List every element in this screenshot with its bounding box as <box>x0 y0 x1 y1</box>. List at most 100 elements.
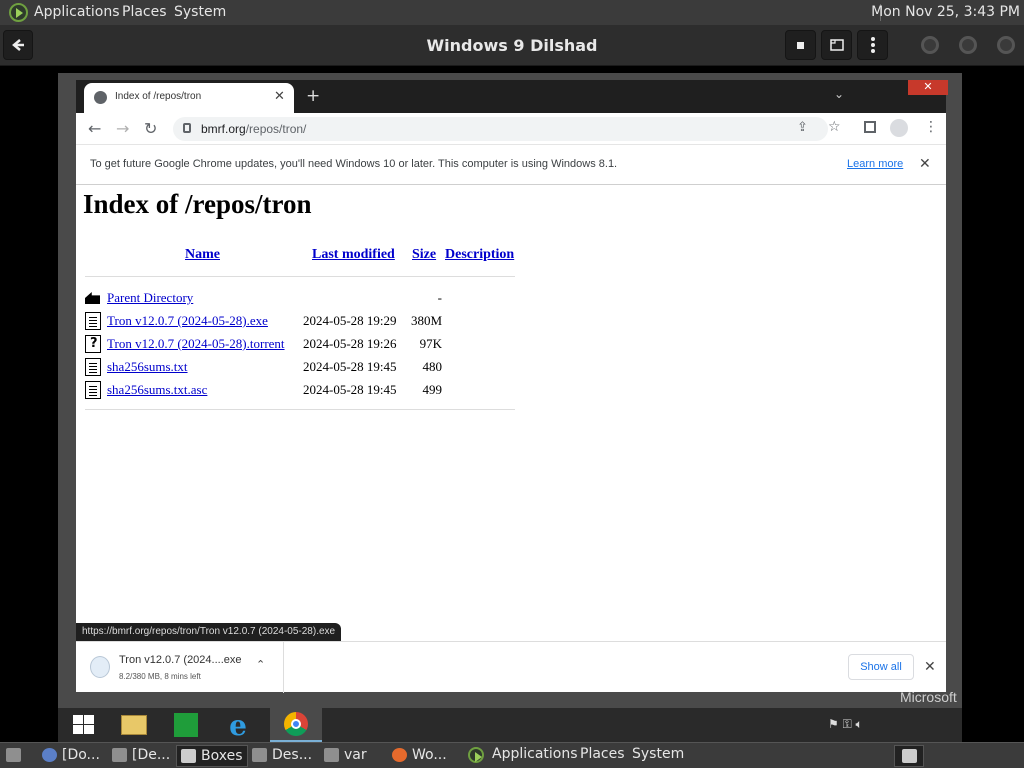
unknown-file-icon <box>85 335 101 353</box>
task-button[interactable]: Des... <box>248 745 316 767</box>
tab-strip: Index of /repos/tron ✕ + ⌄ ✕ <box>76 80 948 113</box>
task-label: [Do... <box>62 747 100 763</box>
folder-icon <box>112 748 127 762</box>
clock[interactable]: Mon Nov 25, 3:43 PM <box>871 4 1020 20</box>
maximize-window-icon[interactable] <box>959 36 977 54</box>
list-item: sha256sums.txt 2024-05-28 19:45 480 <box>84 357 524 377</box>
new-tab-icon[interactable]: + <box>306 86 320 106</box>
reload-icon[interactable]: ↻ <box>144 119 157 138</box>
show-desktop-button[interactable] <box>2 745 26 767</box>
task-label: Wo... <box>412 747 447 763</box>
header-divider <box>85 276 515 277</box>
back-arrow-icon[interactable]: ← <box>88 119 101 138</box>
status-bubble: https://bmrf.org/repos/tron/Tron v12.0.7… <box>76 623 342 641</box>
file-link[interactable]: sha256sums.txt <box>107 359 188 375</box>
lock-icon[interactable] <box>183 123 191 133</box>
chrome-window: Index of /repos/tron ✕ + ⌄ ✕ ← → ↻ bmrf.… <box>76 80 948 693</box>
modified-date: 2024-05-28 19:45 <box>303 382 397 397</box>
system-menu[interactable]: System <box>632 746 684 762</box>
system-tray[interactable]: ⚑ ⚿ 🔈︎ <box>828 717 863 732</box>
task-button-boxes[interactable]: Boxes <box>176 745 248 767</box>
file-explorer-icon <box>121 715 147 735</box>
places-menu[interactable]: Places <box>580 746 625 762</box>
minimize-window-icon[interactable] <box>921 36 939 54</box>
task-button[interactable]: var <box>320 745 371 767</box>
fullscreen-icon <box>829 39 844 51</box>
binary-file-icon <box>85 312 101 330</box>
chevron-up-icon[interactable]: ⌃ <box>256 658 265 671</box>
boxes-icon <box>181 749 196 763</box>
fullscreen-button[interactable] <box>821 30 852 60</box>
column-header-name[interactable]: Name <box>185 247 220 263</box>
boxes-header-bar: Windows 9 Dilshad <box>0 25 1024 66</box>
browser-tab[interactable]: Index of /repos/tron ✕ <box>84 83 294 113</box>
applications-menu[interactable]: Applications <box>34 4 120 20</box>
gnome-bottom-panel: [Do... [De... Boxes Des... var Wo... App… <box>0 742 1024 768</box>
tab-title: Index of /repos/tron <box>115 91 202 102</box>
list-item: sha256sums.txt.asc 2024-05-28 19:45 499 <box>84 380 524 400</box>
list-item: Tron v12.0.7 (2024-05-28).torrent 2024-0… <box>84 334 524 354</box>
internet-explorer-icon: e <box>229 708 247 742</box>
close-window-icon[interactable] <box>997 36 1015 54</box>
chrome-menu-icon[interactable]: ⋮ <box>924 119 938 135</box>
download-file-icon <box>90 656 110 678</box>
keyboard-shortcuts-button[interactable] <box>785 30 816 60</box>
tab-search-chevron-icon[interactable]: ⌄ <box>834 87 844 101</box>
url-host: bmrf.org <box>201 122 246 136</box>
forward-arrow-icon[interactable]: → <box>116 119 129 138</box>
profile-avatar-icon[interactable] <box>890 119 908 137</box>
address-bar[interactable]: bmrf.org/repos/tron/ ⇪ <box>173 117 828 141</box>
system-menu[interactable]: System <box>174 4 226 20</box>
file-size: 380M <box>410 313 442 328</box>
learn-more-link[interactable]: Learn more <box>847 158 903 170</box>
download-item[interactable]: Tron v12.0.7 (2024....exe 8.2/380 MB, 8 … <box>76 642 284 693</box>
modified-date: 2024-05-28 19:26 <box>303 336 397 351</box>
file-link[interactable]: sha256sums.txt.asc <box>107 382 207 398</box>
folder-icon <box>324 748 339 762</box>
bookmark-star-icon[interactable]: ☆ <box>828 119 841 135</box>
list-item: Parent Directory - <box>84 288 524 308</box>
side-panel-icon[interactable] <box>864 121 876 133</box>
show-all-button[interactable]: Show all <box>848 654 914 680</box>
windows-store-button[interactable] <box>160 708 212 742</box>
column-header-size[interactable]: Size <box>412 247 436 263</box>
file-link[interactable]: Tron v12.0.7 (2024-05-28).exe <box>107 313 268 329</box>
task-label: [De... <box>132 747 171 763</box>
firefox-icon <box>392 748 407 762</box>
file-link[interactable]: Tron v12.0.7 (2024-05-28).torrent <box>107 336 285 352</box>
share-icon[interactable]: ⇪ <box>797 120 808 135</box>
file-size: 480 <box>422 359 443 374</box>
restore-icon[interactable] <box>888 80 908 96</box>
gnome-foot-icon[interactable] <box>468 747 484 763</box>
infobar-close-icon[interactable]: ✕ <box>919 155 931 172</box>
windows-store-icon <box>174 713 198 737</box>
file-link[interactable]: Parent Directory <box>107 290 193 306</box>
places-menu[interactable]: Places <box>122 4 167 20</box>
download-file-name: Tron v12.0.7 (2024....exe <box>119 654 242 666</box>
gnome-top-panel: Applications Places System Mon Nov 25, 3… <box>0 0 1024 25</box>
page-content: Index of /repos/tron Name Last modified … <box>76 185 946 640</box>
windows-taskbar: e ⚑ ⚿ 🔈︎ <box>58 708 962 742</box>
minimize-icon[interactable] <box>866 80 888 96</box>
properties-menu-button[interactable] <box>857 30 888 60</box>
footer-divider <box>85 409 515 410</box>
column-header-modified[interactable]: Last modified <box>312 247 395 263</box>
task-button[interactable]: Wo... <box>388 745 451 767</box>
start-button[interactable] <box>58 708 110 742</box>
column-header-description[interactable]: Description <box>445 247 514 263</box>
applications-menu[interactable]: Applications <box>492 746 578 762</box>
file-explorer-button[interactable] <box>108 708 160 742</box>
gnome-foot-icon[interactable] <box>9 3 28 22</box>
task-button[interactable]: [Do... <box>38 745 104 767</box>
shelf-close-icon[interactable]: ✕ <box>924 658 936 675</box>
url-text[interactable]: bmrf.org/repos/tron/ <box>201 122 306 136</box>
internet-explorer-button[interactable]: e <box>212 708 264 742</box>
task-button[interactable]: [De... <box>108 745 174 767</box>
workspace-switcher[interactable] <box>894 745 924 767</box>
chrome-taskbar-button[interactable] <box>270 708 322 742</box>
globe-icon <box>94 91 107 104</box>
chrome-close-icon[interactable]: ✕ <box>908 80 948 95</box>
update-infobar: To get future Google Chrome updates, you… <box>76 145 946 185</box>
chrome-icon <box>284 712 308 736</box>
tab-close-icon[interactable]: ✕ <box>274 89 285 104</box>
